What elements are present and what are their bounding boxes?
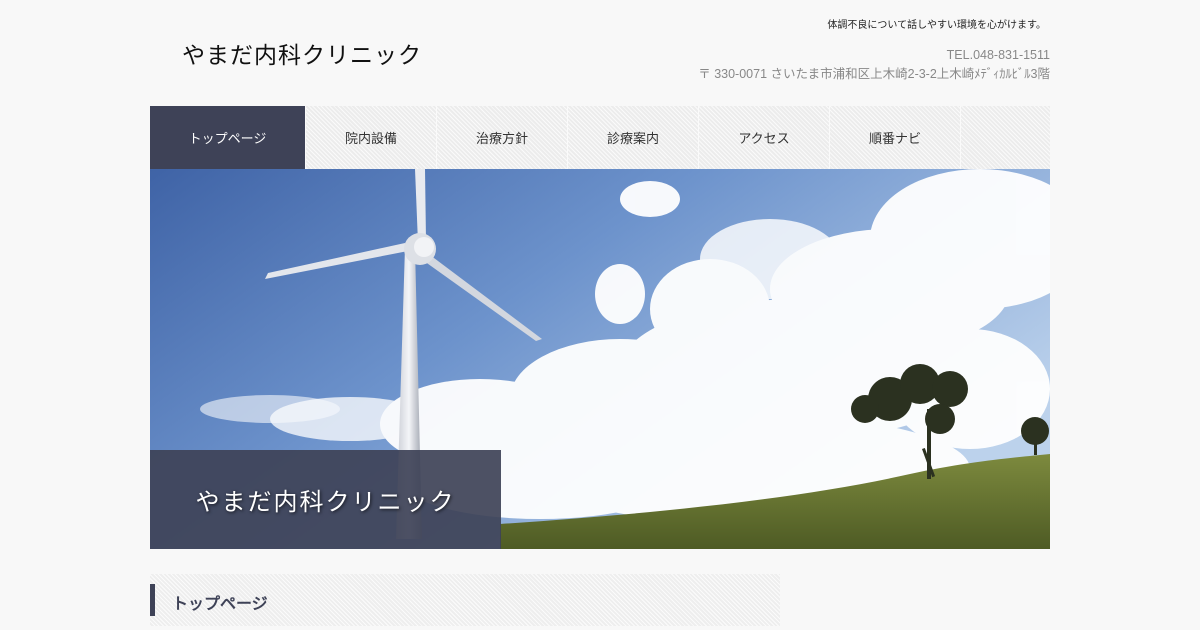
nav-item-access[interactable]: アクセス xyxy=(699,106,830,169)
hero-caption-text: やまだ内科クリニック xyxy=(195,488,456,516)
hero-caption: やまだ内科クリニック xyxy=(150,450,501,549)
nav-item-top[interactable]: トップページ xyxy=(150,106,306,169)
page-title: トップページ xyxy=(172,594,268,613)
main-nav: トップページ 院内設備 治療方針 診療案内 アクセス 順番ナビ xyxy=(150,106,1050,169)
nav-item-label: 診療案内 xyxy=(606,132,659,147)
nav-item-label: アクセス xyxy=(738,132,790,147)
nav-item-label: 順番ナビ xyxy=(868,132,921,147)
heading-accent-bar xyxy=(150,584,155,616)
nav-item-label: 治療方針 xyxy=(475,132,528,147)
hero-banner: やまだ内科クリニック xyxy=(150,169,1050,549)
nav-item-policy[interactable]: 治療方針 xyxy=(437,106,568,169)
site-title[interactable]: やまだ内科クリニック xyxy=(182,36,422,70)
nav-item-label: 院内設備 xyxy=(344,132,397,147)
nav-item-queue-navi[interactable]: 順番ナビ xyxy=(830,106,961,169)
nav-item-label: トップページ xyxy=(188,132,267,147)
nav-item-facilities[interactable]: 院内設備 xyxy=(306,106,437,169)
nav-item-clinic-info[interactable]: 診療案内 xyxy=(568,106,699,169)
contact-info: TEL.048-831-1511 〒 330-0071 さいたま市浦和区上木崎2… xyxy=(698,46,1050,84)
phone-number: TEL.048-831-1511 xyxy=(946,48,1050,62)
address: 〒 330-0071 さいたま市浦和区上木崎2-3-2上木崎ﾒﾃﾞｨｶﾙﾋﾞﾙ3… xyxy=(698,67,1050,81)
tagline: 体調不良について話しやすい環境を心がけます。 xyxy=(827,20,1046,31)
section-heading: トップページ xyxy=(150,574,780,626)
